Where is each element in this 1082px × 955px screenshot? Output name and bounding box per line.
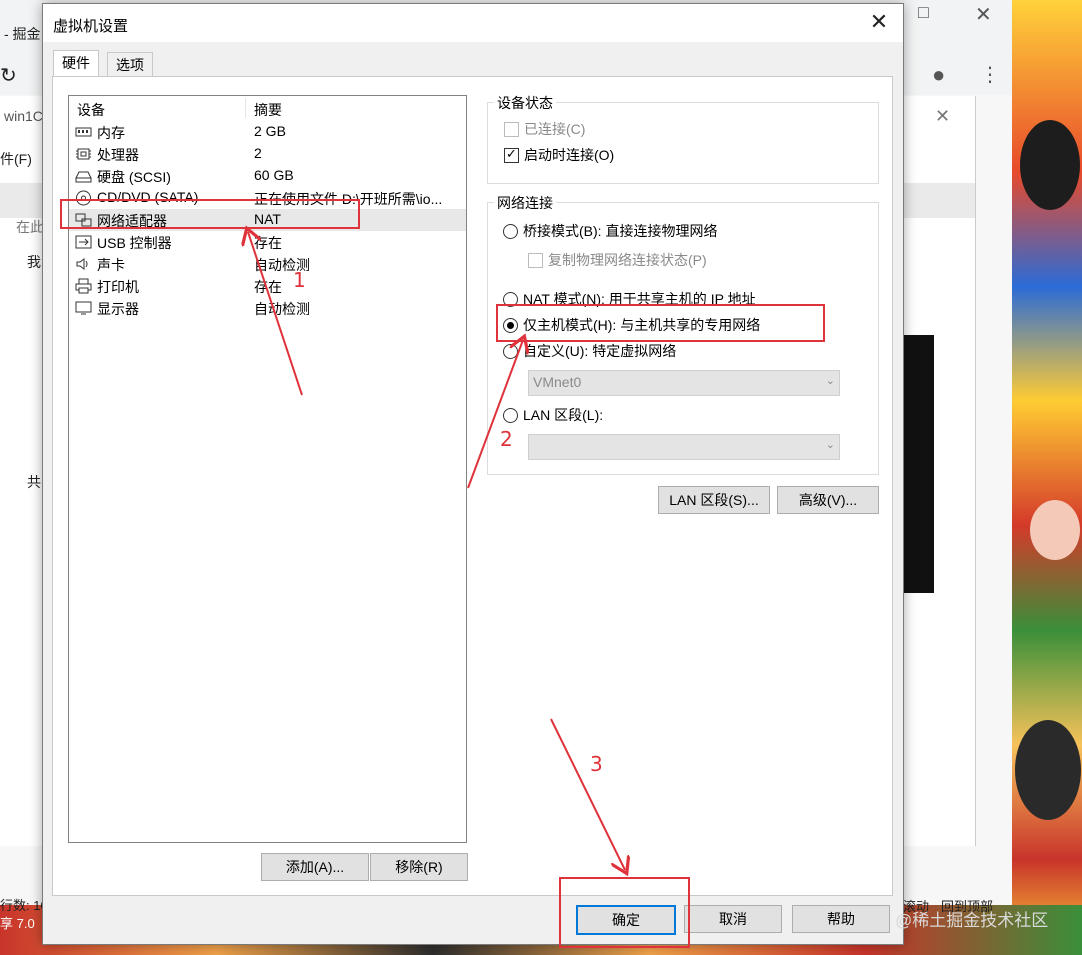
arrow-to-host-only bbox=[467, 340, 523, 489]
arrow-to-network-adapter bbox=[248, 232, 303, 396]
watermark-text: @稀土掘金技术社区 bbox=[895, 911, 1049, 930]
annotation-arrows bbox=[0, 0, 1082, 955]
arrow-to-ok bbox=[550, 718, 625, 870]
